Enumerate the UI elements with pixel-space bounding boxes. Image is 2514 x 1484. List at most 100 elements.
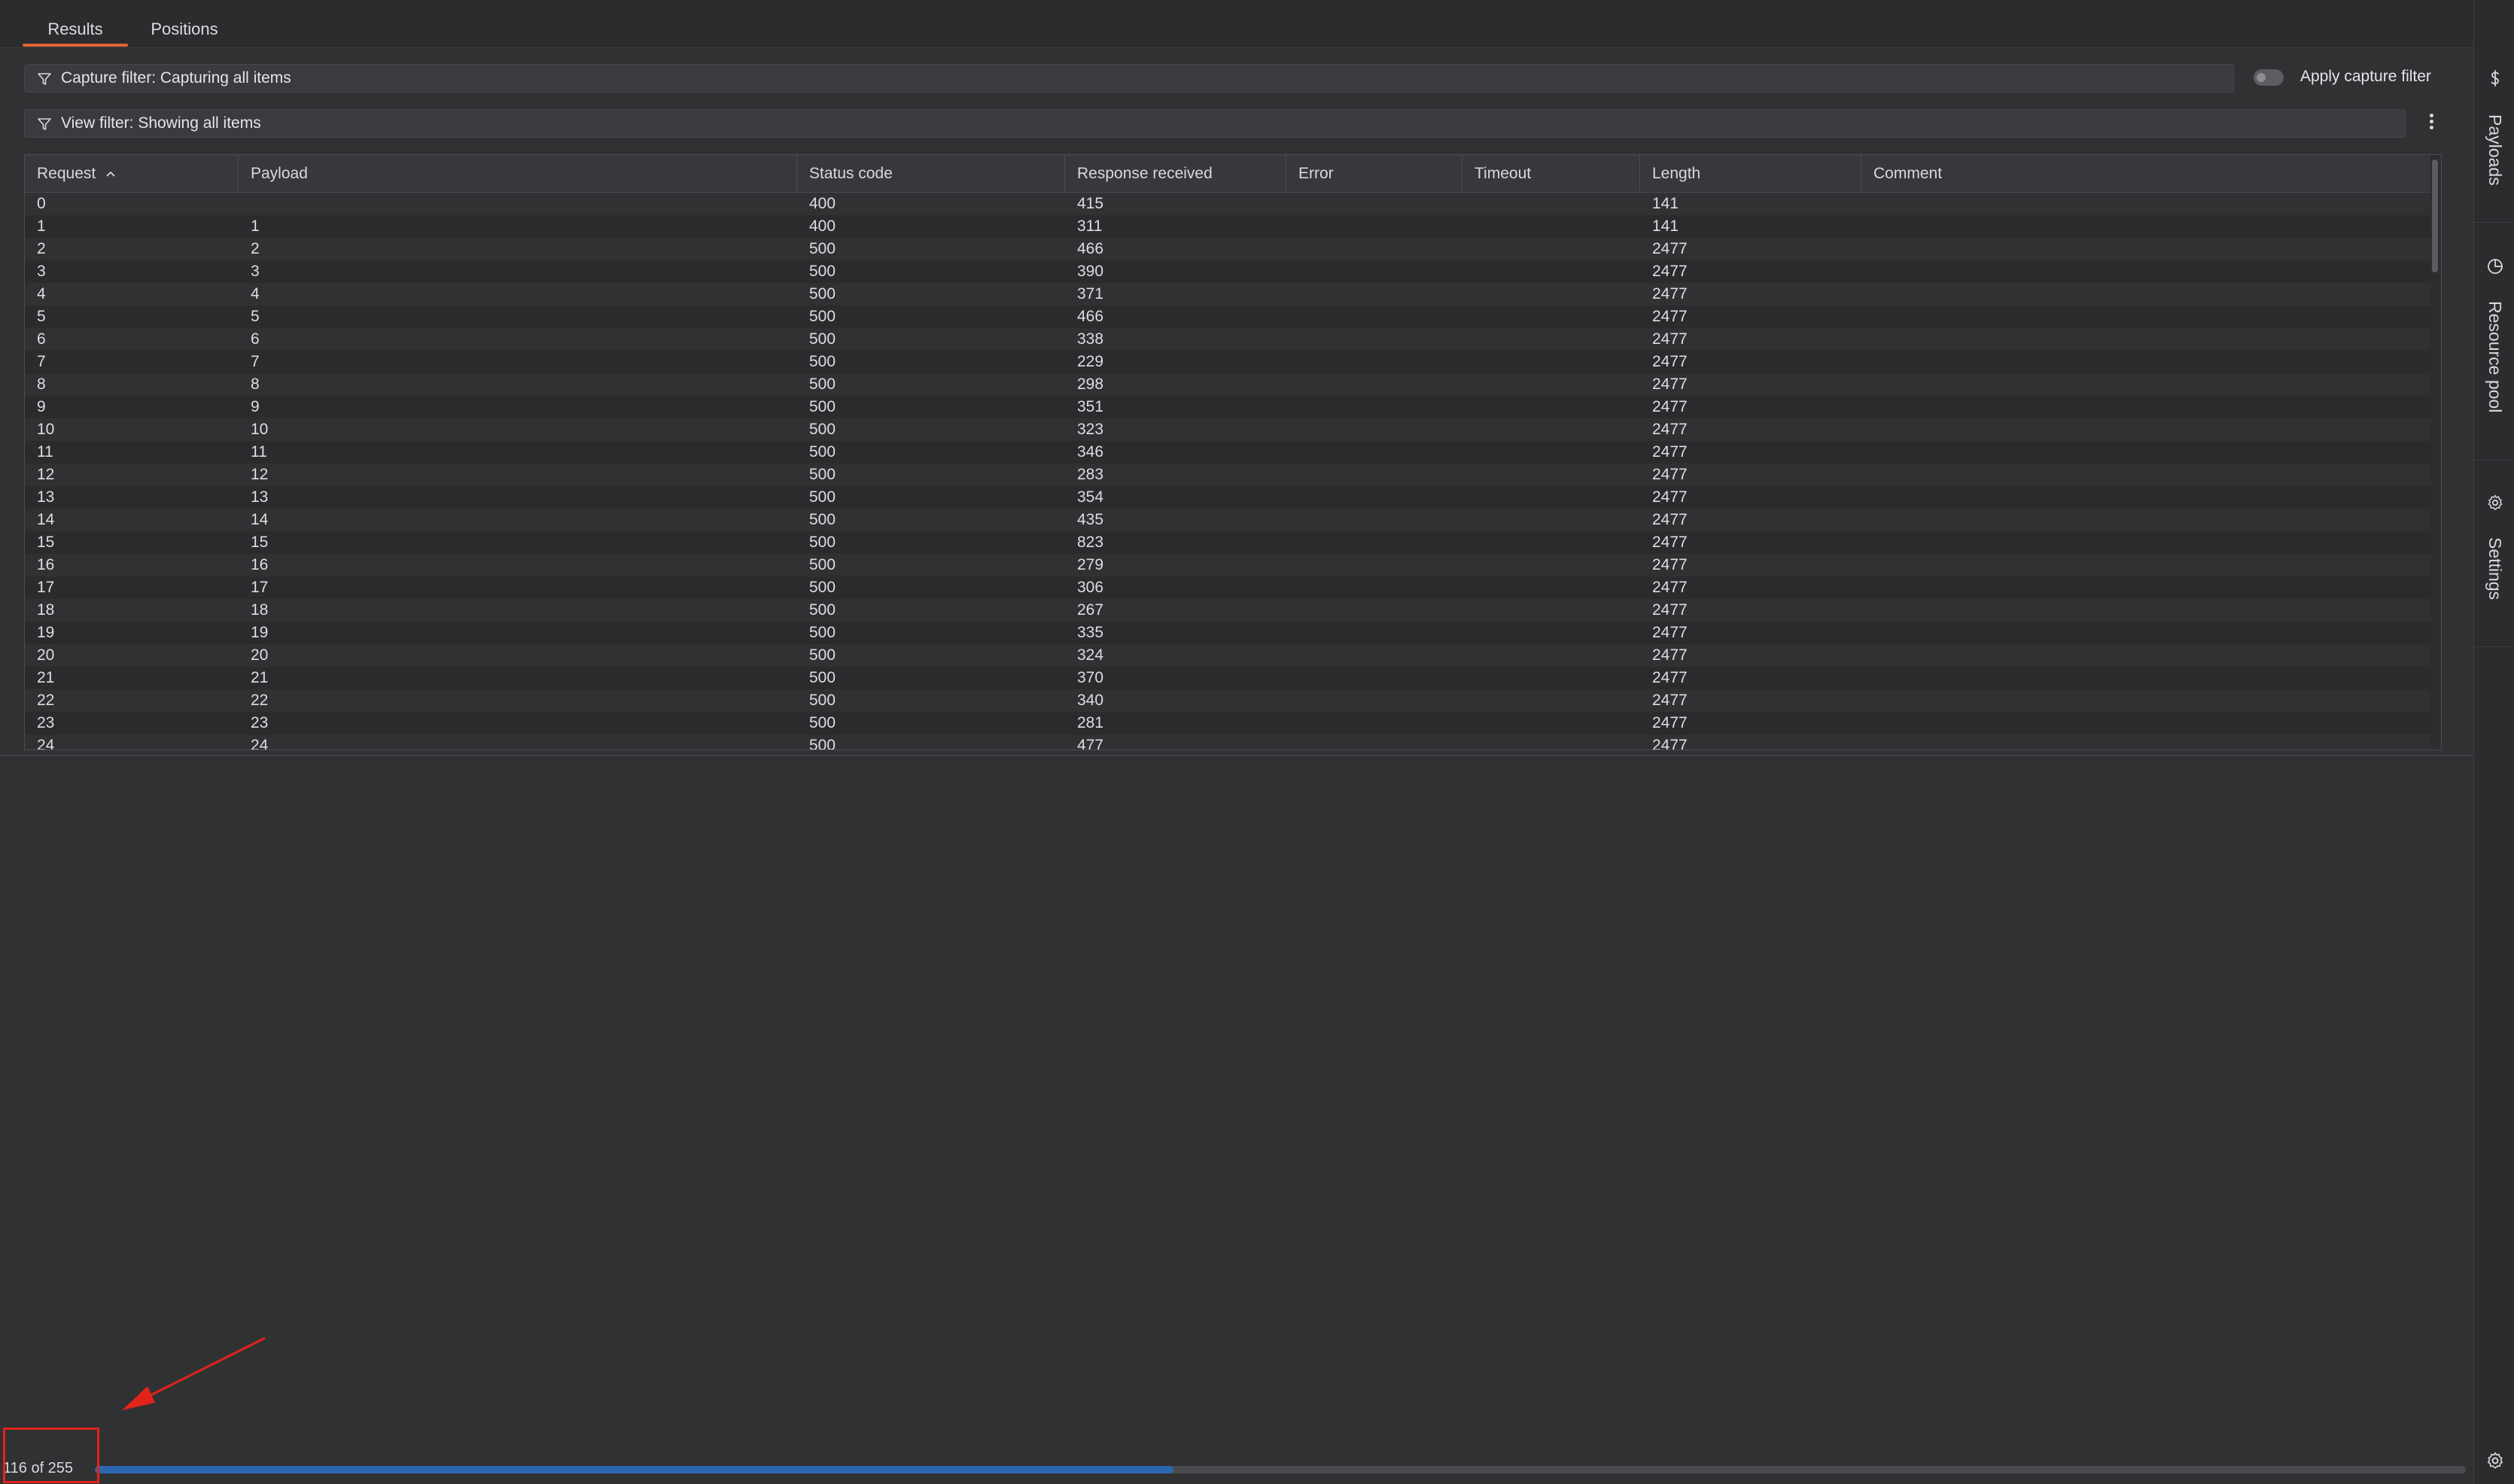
side-panel-payloads[interactable]: Payloads	[2474, 48, 2514, 223]
cell-timeout	[1462, 328, 1640, 351]
cell-comment	[1861, 418, 2430, 441]
cell-request: 15	[37, 534, 55, 551]
table-row[interactable]: 1 1 400 311 141	[25, 215, 2430, 238]
cell-response-received: 323	[1077, 421, 1104, 438]
cell-payload: 16	[251, 556, 269, 573]
more-options-icon[interactable]	[2424, 111, 2439, 134]
column-header-response-received[interactable]: Response received	[1065, 155, 1286, 193]
table-row[interactable]: 2 2 500 466 2477	[25, 238, 2430, 260]
cell-length: 2477	[1652, 601, 1688, 619]
cell-payload: 13	[251, 488, 269, 506]
tab-positions[interactable]: Positions	[134, 0, 235, 47]
cell-error	[1286, 260, 1462, 283]
table-row[interactable]: 20 20 500 324 2477	[25, 644, 2430, 667]
cell-request: 22	[37, 692, 55, 709]
column-header-timeout[interactable]: Timeout	[1462, 155, 1640, 193]
table-row[interactable]: 14 14 500 435 2477	[25, 509, 2430, 531]
table-row[interactable]: 21 21 500 370 2477	[25, 667, 2430, 689]
table-row[interactable]: 9 9 500 351 2477	[25, 396, 2430, 418]
cell-status-code: 500	[809, 398, 836, 415]
cell-response-received: 477	[1077, 737, 1104, 750]
column-header-payload[interactable]: Payload	[239, 155, 797, 193]
table-row[interactable]: 19 19 500 335 2477	[25, 622, 2430, 644]
cell-status-code: 500	[809, 579, 836, 596]
cell-status-code: 500	[809, 466, 836, 483]
table-row[interactable]: 7 7 500 229 2477	[25, 351, 2430, 373]
tab-results[interactable]: Results	[23, 0, 128, 47]
table-row[interactable]: 12 12 500 283 2477	[25, 464, 2430, 486]
cell-payload: 24	[251, 737, 269, 750]
cell-comment	[1861, 306, 2430, 328]
cell-timeout	[1462, 283, 1640, 306]
cell-status-code: 500	[809, 488, 836, 506]
cell-error	[1286, 238, 1462, 260]
cell-comment	[1861, 667, 2430, 689]
cell-response-received: 267	[1077, 601, 1104, 619]
side-panel-payloads-label: Payloads	[2485, 114, 2505, 186]
column-header-comment[interactable]: Comment	[1861, 155, 2430, 193]
cell-error	[1286, 441, 1462, 464]
table-row[interactable]: 0 400 415 141	[25, 193, 2430, 215]
cell-status-code: 500	[809, 624, 836, 641]
table-row[interactable]: 24 24 500 477 2477	[25, 734, 2430, 750]
dollar-icon	[2491, 70, 2499, 87]
progress-bar-fill	[95, 1466, 1173, 1473]
results-table: Request Payload Status code Response rec…	[24, 154, 2442, 750]
split-divider[interactable]	[0, 755, 2473, 756]
table-row[interactable]: 6 6 500 338 2477	[25, 328, 2430, 351]
cell-request: 4	[37, 285, 46, 303]
table-row[interactable]: 5 5 500 466 2477	[25, 306, 2430, 328]
cell-error	[1286, 531, 1462, 554]
table-row[interactable]: 3 3 500 390 2477	[25, 260, 2430, 283]
cell-payload: 15	[251, 534, 269, 551]
annotation-arrow	[122, 1337, 266, 1410]
table-row[interactable]: 11 11 500 346 2477	[25, 441, 2430, 464]
apply-capture-filter-toggle[interactable]	[2254, 69, 2284, 86]
table-row[interactable]: 17 17 500 306 2477	[25, 576, 2430, 599]
column-header-error[interactable]: Error	[1286, 155, 1462, 193]
cell-error	[1286, 215, 1462, 238]
side-panel-settings[interactable]: Settings	[2474, 461, 2514, 647]
table-row[interactable]: 16 16 500 279 2477	[25, 554, 2430, 576]
table-row[interactable]: 4 4 500 371 2477	[25, 283, 2430, 306]
cell-response-received: 283	[1077, 466, 1104, 483]
capture-filter-bar[interactable]: Capture filter: Capturing all items	[24, 64, 2234, 93]
table-row[interactable]: 15 15 500 823 2477	[25, 531, 2430, 554]
table-row[interactable]: 18 18 500 267 2477	[25, 599, 2430, 622]
view-filter-bar[interactable]: View filter: Showing all items	[24, 109, 2406, 138]
table-row[interactable]: 10 10 500 323 2477	[25, 418, 2430, 441]
settings-gear-icon[interactable]	[2485, 1451, 2505, 1470]
cell-request: 13	[37, 488, 55, 506]
cell-timeout	[1462, 306, 1640, 328]
table-row[interactable]: 13 13 500 354 2477	[25, 486, 2430, 509]
cell-payload: 10	[251, 421, 269, 438]
filter-icon	[38, 73, 51, 85]
cell-payload: 8	[251, 376, 260, 393]
cell-timeout	[1462, 418, 1640, 441]
cell-error	[1286, 351, 1462, 373]
side-panel-resource-pool[interactable]: Resource pool	[2474, 223, 2514, 461]
cell-timeout	[1462, 260, 1640, 283]
cell-comment	[1861, 531, 2430, 554]
table-header: Request Payload Status code Response rec…	[25, 155, 2430, 193]
cell-timeout	[1462, 689, 1640, 712]
cell-payload: 12	[251, 466, 269, 483]
table-scrollbar[interactable]	[2430, 155, 2439, 750]
cell-request: 19	[37, 624, 55, 641]
cell-request: 24	[37, 737, 55, 750]
cell-status-code: 500	[809, 285, 836, 303]
column-header-request[interactable]: Request	[25, 155, 239, 193]
column-header-status-code[interactable]: Status code	[797, 155, 1065, 193]
cell-payload: 22	[251, 692, 269, 709]
scrollbar-thumb[interactable]	[2432, 160, 2438, 272]
table-row[interactable]: 22 22 500 340 2477	[25, 689, 2430, 712]
cell-comment	[1861, 486, 2430, 509]
cell-status-code: 500	[809, 376, 836, 393]
cell-payload	[239, 193, 797, 215]
cell-payload: 1	[251, 217, 260, 235]
table-row[interactable]: 23 23 500 281 2477	[25, 712, 2430, 734]
column-header-length[interactable]: Length	[1640, 155, 1861, 193]
cell-status-code: 500	[809, 737, 836, 750]
table-row[interactable]: 8 8 500 298 2477	[25, 373, 2430, 396]
cell-length: 2477	[1652, 579, 1688, 596]
